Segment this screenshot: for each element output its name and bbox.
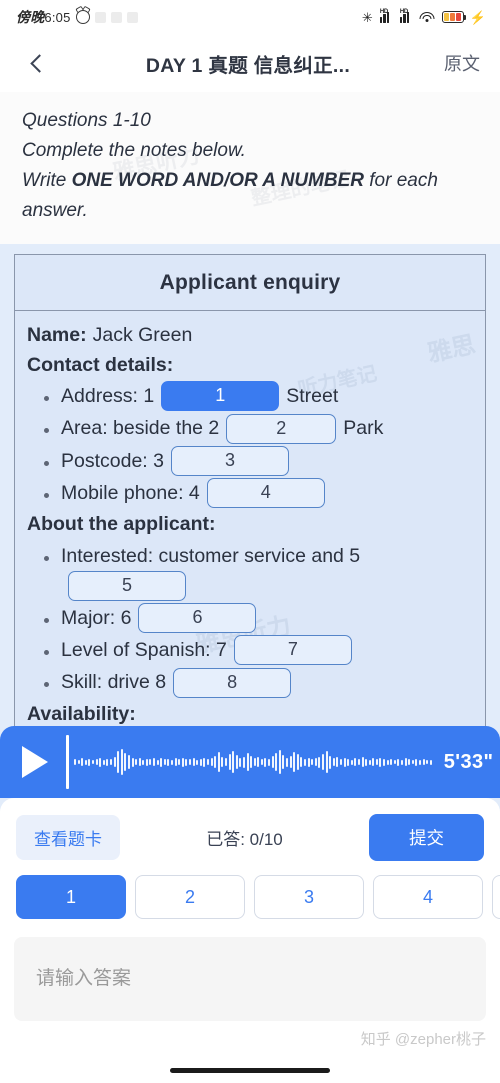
question-chip-4[interactable]: 4 — [373, 875, 483, 919]
answer-input-container[interactable] — [14, 937, 486, 1021]
list-item: Mobile phone: 4 4 — [43, 478, 473, 509]
question-chip-row[interactable]: 1 2 3 4 — [0, 861, 500, 919]
name-value: Jack Green — [92, 324, 193, 346]
signal-bars-icon-2: HD — [399, 9, 413, 23]
view-answer-card-button[interactable]: 查看题卡 — [16, 815, 120, 860]
answer-blank-5[interactable]: 5 — [68, 570, 186, 601]
question-chip-5[interactable] — [492, 875, 500, 919]
chevron-left-icon — [29, 53, 49, 73]
audio-seek-bar[interactable] — [66, 735, 432, 789]
list-item: Address: 1 1 Street — [43, 381, 473, 412]
status-bar: 傍晚6:05 ✳ HD HD ⚡ — [0, 0, 500, 34]
zhihu-watermark: 知乎 @zepher桃子 — [360, 1031, 486, 1048]
item-text-pre: Postcode: 3 — [61, 449, 164, 472]
instruction-line-2: Complete the notes below. — [22, 140, 246, 161]
answer-blank-2[interactable]: 2 — [226, 413, 337, 444]
audio-duration: 5'33" — [443, 750, 494, 773]
answer-blank-3[interactable]: 3 — [170, 445, 289, 476]
list-item: Level of Spanish: 7 7 — [43, 635, 473, 666]
charging-bolt-icon: ⚡ — [469, 9, 486, 25]
item-text-pre: Area: beside the 2 — [61, 417, 220, 440]
alarm-clock-icon — [75, 10, 90, 24]
back-button[interactable] — [22, 48, 52, 78]
instruction-line-3: Write ONE WORD AND/OR A NUMBER for each … — [22, 166, 478, 226]
instruction-line-1: Questions 1-10 — [22, 110, 151, 131]
about-applicant-list: Interested: customer service and 5 5 Maj… — [27, 541, 473, 698]
notes-card-body: Name: Jack Green Contact details: Addres… — [15, 311, 485, 729]
status-bar-left: 傍晚6:05 — [16, 7, 138, 27]
phone-screen: 傍晚6:05 ✳ HD HD ⚡ DAY 1 真题 信息纠正... 原文 雅思听… — [0, 0, 500, 1083]
answer-blank-6[interactable]: 6 — [138, 603, 257, 634]
answer-toolbar: 查看题卡 已答: 0/10 提交 — [0, 798, 500, 861]
home-indicator — [170, 1068, 330, 1073]
instruction-line-3-bold: ONE WORD AND/OR A NUMBER — [71, 170, 364, 191]
question-chip-2[interactable]: 2 — [135, 875, 245, 919]
page-title: DAY 1 真题 信息纠正... — [145, 54, 351, 77]
audio-player: 5'33" ×1.0 — [0, 726, 500, 798]
answer-blank-8[interactable]: 8 — [173, 667, 292, 698]
battery-icon — [441, 11, 466, 23]
answered-count: 已答: 0/10 — [206, 830, 283, 849]
list-item: Interested: customer service and 5 5 — [43, 541, 473, 601]
list-item: Major: 6 6 — [43, 603, 473, 634]
list-item: Postcode: 3 3 — [43, 445, 473, 476]
about-applicant-heading: About the applicant: — [27, 513, 216, 536]
item-text-post: Street — [286, 385, 339, 408]
name-label: Name: — [27, 324, 87, 346]
wifi-icon — [419, 11, 435, 23]
waveform-icon — [74, 742, 432, 782]
name-line: Name: Jack Green — [27, 321, 473, 351]
submit-button[interactable]: 提交 — [369, 814, 484, 861]
item-text-pre: Level of Spanish: 7 — [61, 639, 227, 662]
contact-details-list: Address: 1 1 Street Area: beside the 2 2… — [27, 381, 473, 509]
availability-heading: Availability: — [27, 702, 136, 725]
notification-icon-3 — [126, 11, 138, 23]
answer-blank-7[interactable]: 7 — [233, 635, 352, 666]
bottom-panel: 查看题卡 已答: 0/10 提交 1 2 3 4 知乎 @zepher桃子 — [0, 798, 500, 1083]
answer-blank-1[interactable]: 1 — [161, 381, 280, 412]
instruction-line-3-pre: Write — [22, 170, 72, 191]
status-bar-right: ✳ HD HD ⚡ — [361, 9, 486, 25]
answer-blank-4[interactable]: 4 — [206, 478, 325, 509]
item-text-pre: Mobile phone: 4 — [61, 481, 200, 504]
app-header: DAY 1 真题 信息纠正... 原文 — [0, 34, 500, 92]
playhead-icon[interactable] — [66, 735, 69, 789]
item-text-pre: Address: 1 — [61, 385, 155, 408]
contact-details-heading: Contact details: — [27, 353, 174, 376]
item-text-pre: Major: 6 — [61, 606, 132, 629]
notes-card-title: Applicant enquiry — [15, 255, 485, 311]
status-time: 傍晚6:05 — [16, 10, 71, 26]
original-text-button[interactable]: 原文 — [444, 50, 480, 76]
instructions-block: 雅思听力 整理的笔记 Questions 1-10 Complete the n… — [0, 92, 500, 244]
notification-icon-2 — [110, 11, 122, 23]
item-text-pre: Skill: drive 8 — [61, 671, 167, 694]
list-item: Skill: drive 8 8 — [43, 667, 473, 698]
list-item: Area: beside the 2 2 Park — [43, 413, 473, 444]
item-text-pre: Interested: customer service and 5 — [61, 544, 361, 567]
play-icon[interactable] — [22, 746, 48, 778]
notification-icon-1 — [94, 11, 106, 23]
bluetooth-icon: ✳ — [361, 9, 373, 25]
question-chip-3[interactable]: 3 — [254, 875, 364, 919]
item-text-post: Park — [343, 417, 384, 440]
answer-input[interactable] — [36, 968, 464, 990]
signal-bars-icon-1: HD — [379, 9, 393, 23]
question-chip-1[interactable]: 1 — [16, 875, 126, 919]
